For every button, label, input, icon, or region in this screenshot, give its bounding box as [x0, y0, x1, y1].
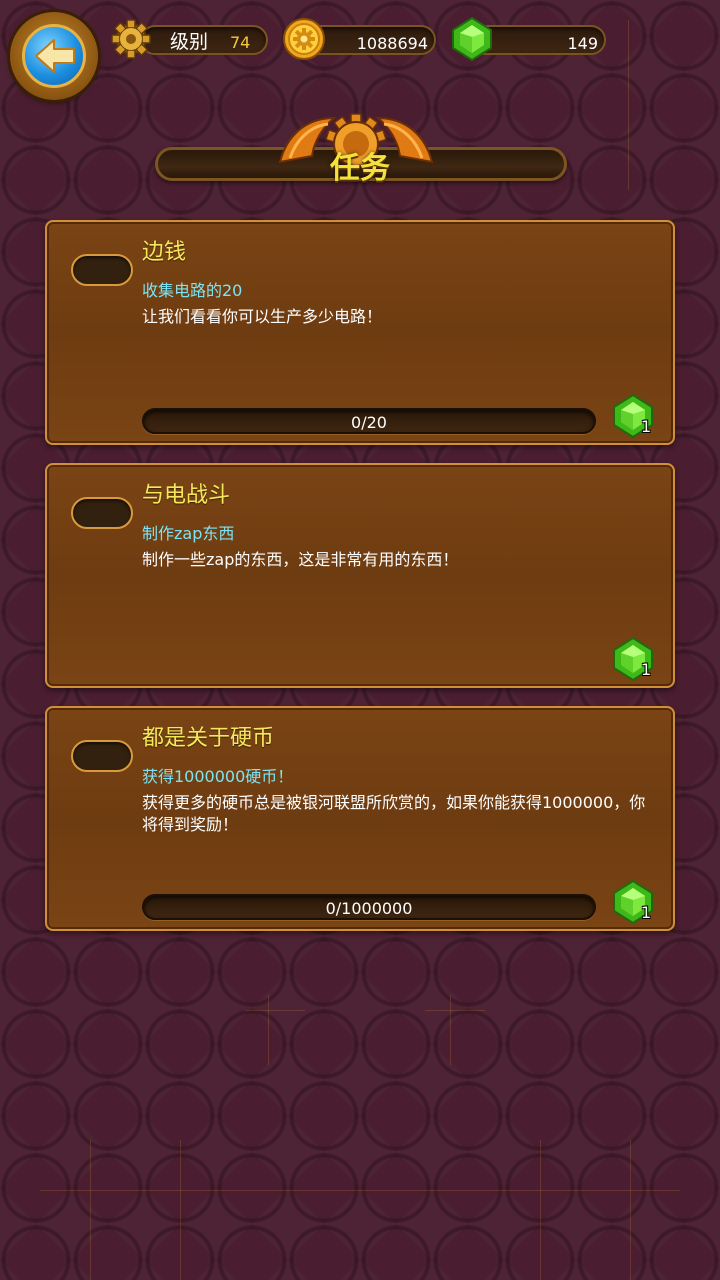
green-gem-icon	[452, 16, 492, 62]
coins-value: 1088694	[356, 34, 428, 53]
task-title: 边钱	[142, 240, 187, 265]
background-decoration	[630, 1140, 631, 1280]
background-decoration	[425, 1010, 485, 1011]
task-goal: 制作zap东西	[142, 524, 235, 543]
background-decoration	[540, 1140, 541, 1280]
gems-value: 149	[567, 34, 598, 53]
coin-icon	[283, 18, 325, 60]
reward-count: 1	[641, 417, 652, 436]
back-button[interactable]	[10, 12, 98, 100]
background-decoration	[628, 20, 629, 190]
task-progress-text: 0/1000000	[325, 899, 413, 918]
task-claim-toggle[interactable]	[71, 254, 133, 286]
task-goal: 获得1000000硬币！	[142, 767, 294, 786]
back-arrow-icon	[35, 39, 75, 73]
background-decoration	[268, 995, 269, 1065]
reward-count: 1	[641, 660, 652, 679]
task-goal: 收集电路的20	[142, 281, 243, 300]
task-description: 让我们看看你可以生产多少电路！	[142, 307, 383, 326]
background-decoration	[245, 1010, 305, 1011]
reward-count: 1	[641, 903, 652, 922]
quest-screen: { "header": { "level_label": "级别", "leve…	[0, 0, 720, 1280]
task-card: 与电战斗 制作zap东西 制作一些zap的东西，这是非常有用的东西！ 1	[45, 463, 675, 688]
background-decoration	[450, 995, 451, 1065]
task-title: 都是关于硬币	[142, 726, 275, 751]
level-value: 74	[230, 33, 251, 52]
background-decoration	[90, 1140, 91, 1280]
background-decoration	[180, 1140, 181, 1280]
task-card: 都是关于硬币 获得1000000硬币！ 获得更多的硬币总是被银河联盟所欣赏的，如…	[45, 706, 675, 931]
page-title: 任务	[330, 151, 390, 186]
task-description: 获得更多的硬币总是被银河联盟所欣赏的，如果你能获得1000000，你将得到奖励！	[142, 793, 646, 834]
task-description: 制作一些zap的东西，这是非常有用的东西！	[142, 550, 459, 569]
task-claim-toggle[interactable]	[71, 497, 133, 529]
background-decoration	[40, 1190, 680, 1191]
gear-icon	[111, 19, 151, 59]
task-title: 与电战斗	[142, 483, 231, 508]
task-card: 边钱 收集电路的20 让我们看看你可以生产多少电路！ 0/20 1	[45, 220, 675, 445]
task-progress-text: 0/20	[351, 413, 387, 432]
level-label: 级别	[170, 31, 209, 53]
task-claim-toggle[interactable]	[71, 740, 133, 772]
